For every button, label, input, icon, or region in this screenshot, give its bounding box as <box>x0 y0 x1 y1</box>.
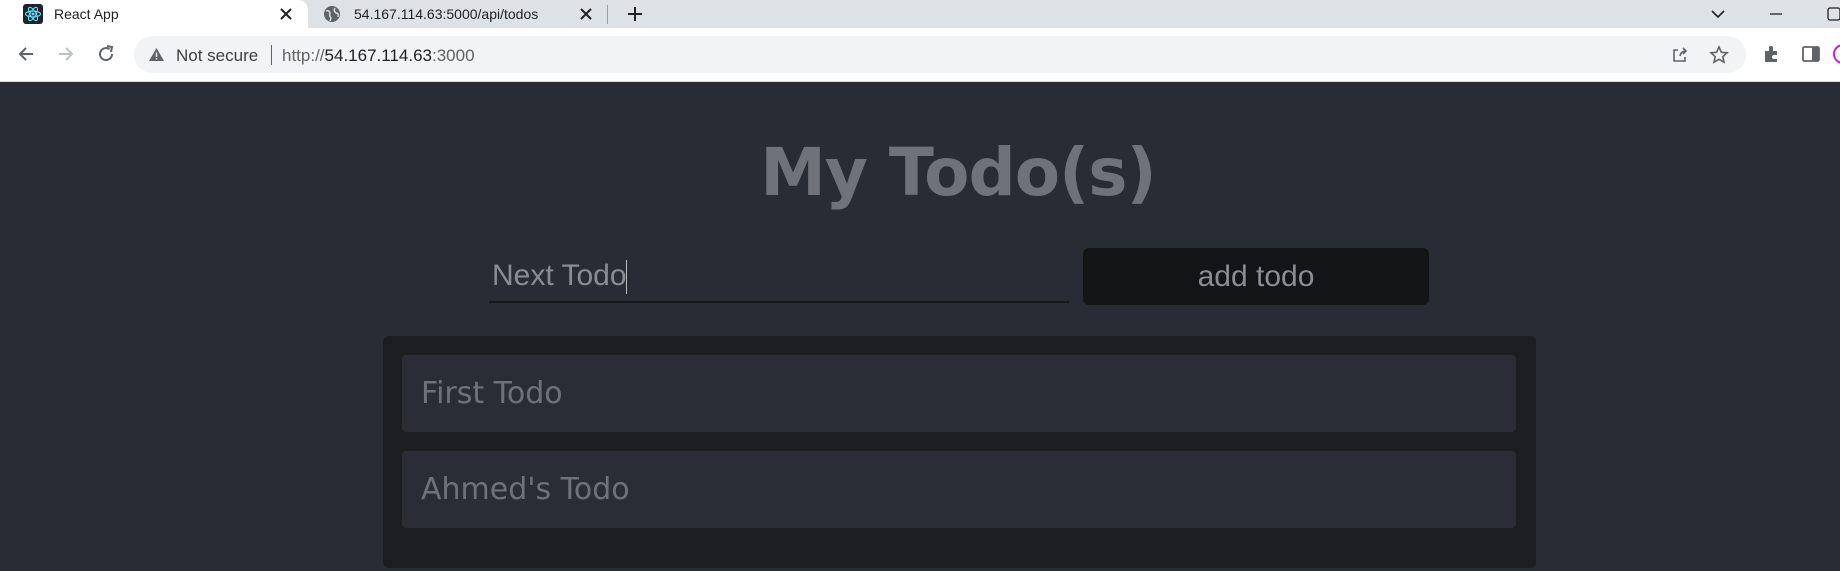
share-icon[interactable] <box>1670 45 1690 65</box>
back-arrow-icon[interactable] <box>15 43 37 65</box>
address-bar[interactable]: Not secure http://54.167.114.63:3000 <box>134 36 1746 73</box>
tab-api-todos[interactable]: 54.167.114.63:5000/api/todos <box>312 0 608 28</box>
text-cursor <box>626 260 627 294</box>
url-prefix: http:// <box>282 46 325 65</box>
divider <box>271 45 272 65</box>
side-panel-icon[interactable] <box>1800 43 1822 65</box>
new-tab-plus-icon[interactable] <box>625 4 645 24</box>
url-port: :3000 <box>432 46 475 65</box>
close-icon[interactable] <box>578 6 594 22</box>
tab-separator <box>607 5 608 24</box>
todo-input[interactable] <box>489 251 1069 303</box>
globe-icon <box>324 6 340 22</box>
tab-title: 54.167.114.63:5000/api/todos <box>354 6 539 22</box>
todo-item[interactable]: First Todo <box>402 355 1516 432</box>
page-title: My Todo(s) <box>760 134 1156 211</box>
not-secure-label[interactable]: Not secure <box>176 46 258 66</box>
close-icon[interactable] <box>278 6 294 22</box>
react-logo-icon <box>23 4 43 24</box>
star-bookmark-icon[interactable] <box>1709 45 1729 65</box>
extensions-puzzle-icon[interactable] <box>1761 43 1783 65</box>
url-host: 54.167.114.63 <box>324 46 432 65</box>
tab-react-app[interactable]: React App <box>0 0 308 28</box>
maximize-icon[interactable] <box>1824 4 1840 24</box>
profile-avatar-icon[interactable] <box>1832 43 1840 65</box>
warning-triangle-icon[interactable] <box>148 46 165 63</box>
browser-toolbar: Not secure http://54.167.114.63:3000 <box>0 28 1840 82</box>
app-page: My Todo(s) add todo First Todo Ahmed's T… <box>0 82 1840 571</box>
url-text[interactable]: http://54.167.114.63:3000 <box>282 46 475 66</box>
reload-icon[interactable] <box>95 43 117 65</box>
minimize-icon[interactable] <box>1766 4 1786 24</box>
forward-arrow-icon[interactable] <box>55 43 77 65</box>
add-todo-button[interactable]: add todo <box>1083 248 1429 305</box>
todo-list: First Todo Ahmed's Todo <box>383 336 1536 568</box>
todo-item[interactable]: Ahmed's Todo <box>402 451 1516 528</box>
tab-strip: React App 54.167.114.63:5000/api/todos <box>0 0 1840 28</box>
tab-search-chevron-icon[interactable] <box>1708 4 1728 24</box>
tab-title: React App <box>54 6 119 22</box>
